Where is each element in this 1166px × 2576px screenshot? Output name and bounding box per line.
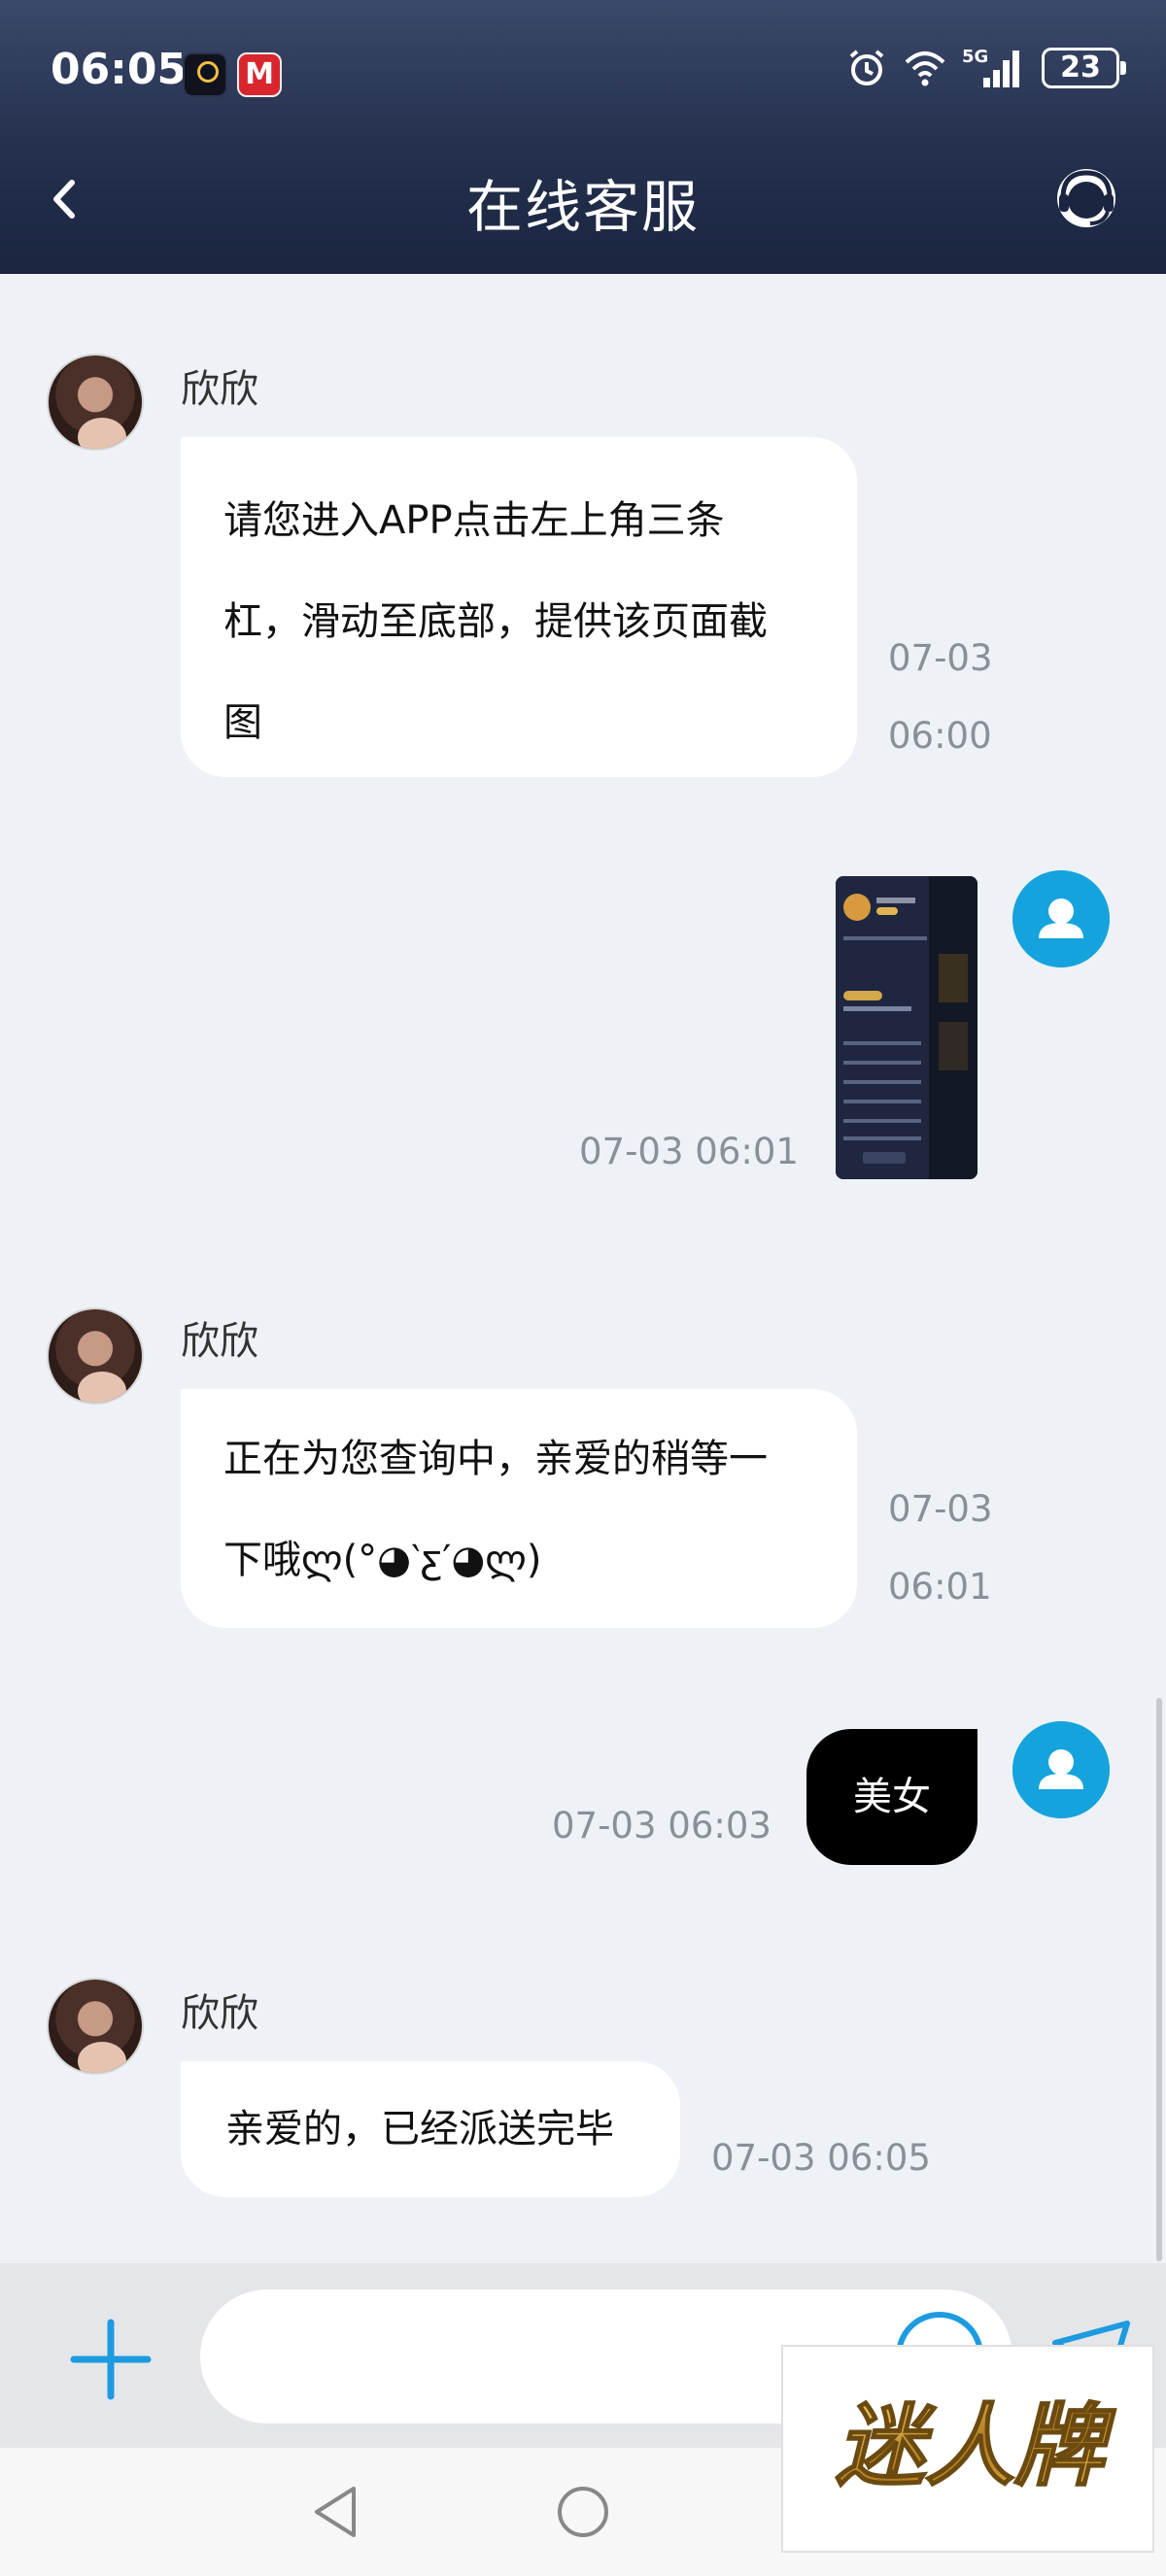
watermark-graphic: 迷人牌 [835,2393,1117,2499]
message-line: 亲爱的，已经派送完毕 [225,2107,614,2152]
agent-avatar[interactable] [47,1978,144,2075]
sender-name: 欣欣 [181,367,258,412]
message-line: 正在为您查询中，亲爱的稍等一 [223,1437,768,1481]
watermark-logo: 迷人牌 [781,2345,1154,2553]
agent-avatar[interactable] [47,1307,144,1405]
plus-icon[interactable] [68,2317,154,2402]
time-clock: 06:01 [888,1566,992,1608]
time-date: 07-03 [888,1488,993,1530]
screenshot-preview [836,876,977,1179]
message-line: 请您进入APP点击左上角三条 [223,498,725,543]
message-time: 07-03 06:05 [711,2137,931,2179]
nav-back-icon[interactable] [307,2481,365,2543]
message-bubble[interactable]: 正在为您查询中，亲爱的稍等一 下哦ლ(°◕‵ƹ′◕ლ) [181,1389,857,1628]
message-bubble[interactable]: 美女 [806,1729,977,1865]
status-indicators: 5G 23 [845,47,1126,89]
user-avatar[interactable] [1012,870,1110,967]
message-line: 杠，滑动至底部，提供该页面截 [223,599,768,644]
status-time: 06:05 [51,45,188,94]
message-bubble[interactable]: 请您进入APP点击左上角三条 杠，滑动至底部，提供该页面截 图 [181,437,857,777]
time-clock: 06:00 [888,715,992,757]
screenshot-thumbnail[interactable] [836,876,977,1179]
page-title: 在线客服 [465,174,700,240]
watermark-text: 迷人牌 [836,2394,1116,2498]
sender-name: 欣欣 [181,1991,258,2036]
app-notification-icon [183,52,227,97]
headset-icon[interactable] [1049,161,1123,235]
wifi-icon [905,51,945,86]
message-line: 图 [223,700,262,745]
message-bubble[interactable]: 亲爱的，已经派送完毕 [181,2061,680,2197]
nav-home-icon[interactable] [558,2487,608,2537]
sender-name: 欣欣 [181,1319,258,1364]
battery-indicator: 23 [1042,48,1126,88]
message-time: 07-03 06:01 [579,1131,799,1172]
alarm-icon [849,50,884,85]
agent-avatar[interactable] [47,354,144,451]
scrollbar[interactable] [1156,1698,1162,2261]
message-time: 07-03 06:00 [888,620,993,775]
time-date: 07-03 [888,637,993,679]
message-time: 07-03 06:01 [888,1471,993,1626]
message-time: 07-03 06:03 [552,1805,772,1847]
metro-app-icon: M [237,52,282,97]
message-line: 下哦ლ(°◕‵ƹ′◕ლ) [223,1538,542,1582]
user-avatar[interactable] [1012,1721,1110,1818]
network-label: 5G [962,47,988,67]
signal-icon: 5G [962,47,1019,87]
header: 06:05 M 5G 23 在线客服 [0,0,1166,274]
